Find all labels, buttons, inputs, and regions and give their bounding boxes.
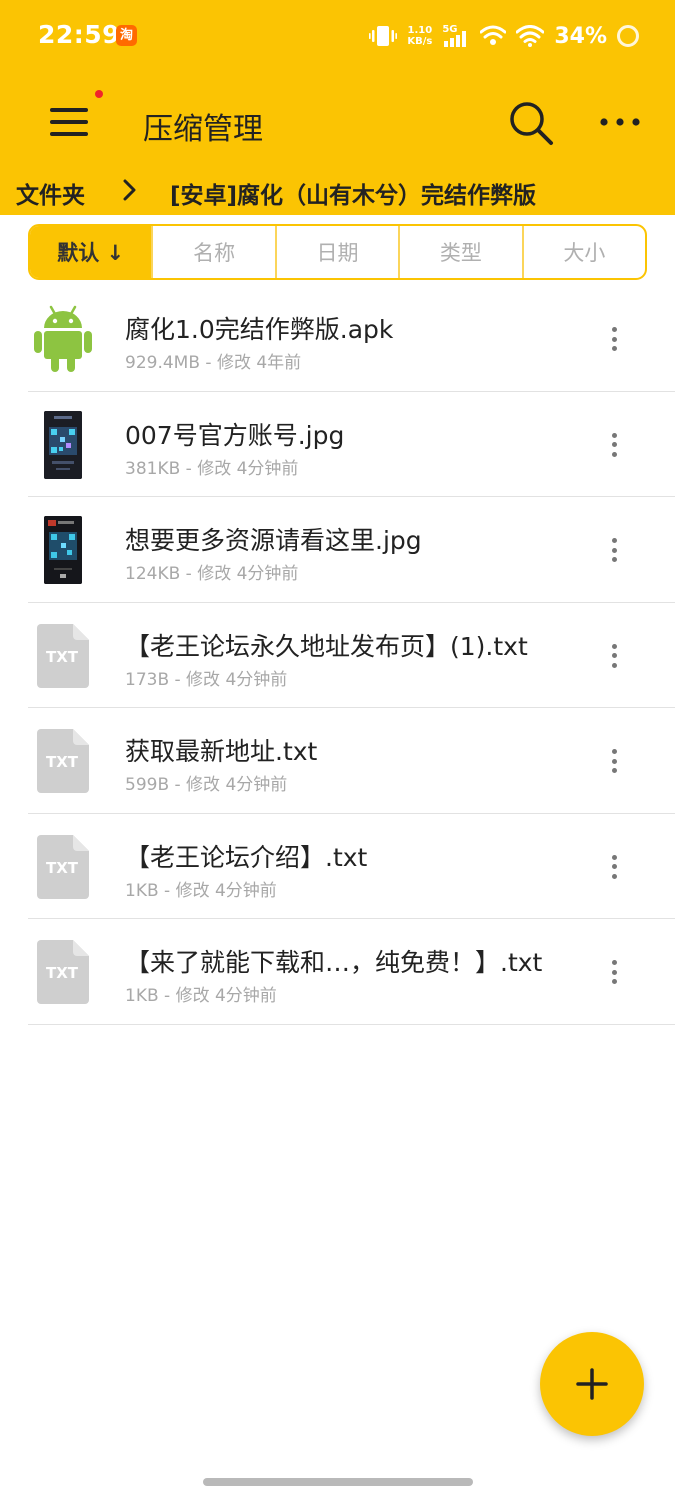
breadcrumb-parent[interactable]: 文件夹 bbox=[16, 176, 85, 210]
file-name: 007号官方账号.jpg bbox=[125, 420, 345, 450]
file-name: 腐化1.0完结作弊版.apk bbox=[125, 315, 394, 344]
app-bar: 压缩管理 bbox=[0, 72, 675, 172]
battery-percent: 34% bbox=[554, 23, 607, 49]
row-more-options-button[interactable] bbox=[600, 430, 628, 460]
row-more-options-button[interactable] bbox=[600, 641, 628, 671]
file-row[interactable]: TXT 获取最新地址.txt 599B - 修改 4分钟前 bbox=[28, 708, 675, 814]
more-horizontal-icon bbox=[600, 118, 640, 126]
home-indicator[interactable] bbox=[203, 1478, 473, 1486]
file-list: 腐化1.0完结作弊版.apk 929.4MB - 修改 4年前 007号官方账号… bbox=[0, 286, 675, 1025]
row-more-options-button[interactable] bbox=[600, 957, 628, 987]
wifi-icon-secondary bbox=[480, 25, 507, 45]
row-more-options-button[interactable] bbox=[600, 324, 628, 354]
android-icon bbox=[34, 305, 92, 372]
file-meta: 1KB - 修改 4分钟前 bbox=[125, 986, 277, 1006]
tab-sort-size[interactable]: 大小 bbox=[524, 226, 645, 278]
file-meta: 381KB - 修改 4分钟前 bbox=[125, 458, 299, 479]
battery-icon bbox=[617, 25, 639, 47]
image-thumbnail bbox=[44, 410, 82, 479]
file-row[interactable]: TXT 【来了就能下载和…，纯免费！】.txt 1KB - 修改 4分钟前 bbox=[28, 919, 675, 1025]
file-name: 【来了就能下载和…，纯免费！】.txt bbox=[125, 948, 543, 977]
txt-file-icon: TXT bbox=[37, 623, 89, 688]
plus-icon bbox=[576, 1368, 608, 1400]
txt-file-icon: TXT bbox=[37, 729, 89, 793]
file-meta: 1KB - 修改 4分钟前 bbox=[125, 880, 277, 901]
file-name: 获取最新地址.txt bbox=[125, 737, 318, 766]
status-icons: 1.10 KB/s 5G 34% bbox=[369, 18, 639, 54]
row-more-options-button[interactable] bbox=[600, 746, 628, 776]
tab-sort-name[interactable]: 名称 bbox=[153, 226, 277, 278]
vibrate-icon bbox=[369, 26, 398, 46]
notification-dot bbox=[95, 90, 103, 98]
taobao-notification-icon: 淘 bbox=[116, 25, 137, 46]
search-button[interactable] bbox=[506, 98, 556, 148]
file-row[interactable]: TXT 【老王论坛介绍】.txt 1KB - 修改 4分钟前 bbox=[28, 814, 675, 919]
file-row[interactable]: TXT 【老王论坛永久地址发布页】(1).txt 173B - 修改 4分钟前 bbox=[28, 603, 675, 708]
file-meta: 173B - 修改 4分钟前 bbox=[125, 669, 288, 690]
page-title: 压缩管理 bbox=[143, 112, 263, 147]
top-header: 22:59 淘 1.10 KB/s 5G 34% 压缩管理 文件夹 [安卓]腐化… bbox=[0, 0, 675, 215]
network-speed: 1.10 KB/s bbox=[407, 25, 433, 47]
file-meta: 929.4MB - 修改 4年前 bbox=[125, 353, 302, 373]
tab-sort-default[interactable]: 默认 ↓ bbox=[30, 226, 154, 278]
menu-button[interactable] bbox=[50, 100, 92, 142]
file-row[interactable]: 腐化1.0完结作弊版.apk 929.4MB - 修改 4年前 bbox=[28, 286, 675, 392]
breadcrumb-current[interactable]: [安卓]腐化（山有木兮）完结作弊版 bbox=[170, 176, 536, 210]
file-name: 【老王论坛介绍】.txt bbox=[125, 842, 368, 872]
file-row[interactable]: 007号官方账号.jpg 381KB - 修改 4分钟前 bbox=[28, 392, 675, 497]
txt-file-icon: TXT bbox=[37, 834, 89, 899]
row-more-options-button[interactable] bbox=[600, 535, 628, 565]
file-meta: 599B - 修改 4分钟前 bbox=[125, 775, 288, 795]
tab-sort-type[interactable]: 类型 bbox=[400, 226, 524, 278]
image-thumbnail bbox=[44, 516, 82, 584]
breadcrumb: 文件夹 [安卓]腐化（山有木兮）完结作弊版 bbox=[0, 172, 675, 215]
wifi-icon bbox=[516, 25, 545, 47]
file-name: 【老王论坛永久地址发布页】(1).txt bbox=[125, 631, 528, 661]
file-row[interactable]: 想要更多资源请看这里.jpg 124KB - 修改 4分钟前 bbox=[28, 497, 675, 603]
row-more-options-button[interactable] bbox=[600, 852, 628, 882]
chevron-right-icon bbox=[123, 179, 136, 201]
file-meta: 124KB - 修改 4分钟前 bbox=[125, 564, 299, 584]
status-bar: 22:59 淘 1.10 KB/s 5G 34% bbox=[0, 0, 675, 72]
txt-file-icon: TXT bbox=[37, 940, 89, 1004]
add-button[interactable] bbox=[540, 1332, 644, 1436]
sort-tabs: 默认 ↓ 名称 日期 类型 大小 bbox=[28, 224, 647, 280]
more-options-button[interactable] bbox=[596, 110, 644, 134]
cellular-signal-icon: 5G bbox=[442, 24, 470, 48]
search-icon bbox=[510, 102, 553, 145]
tab-sort-date[interactable]: 日期 bbox=[277, 226, 401, 278]
file-name: 想要更多资源请看这里.jpg bbox=[125, 526, 422, 555]
status-time: 22:59 bbox=[38, 20, 121, 49]
